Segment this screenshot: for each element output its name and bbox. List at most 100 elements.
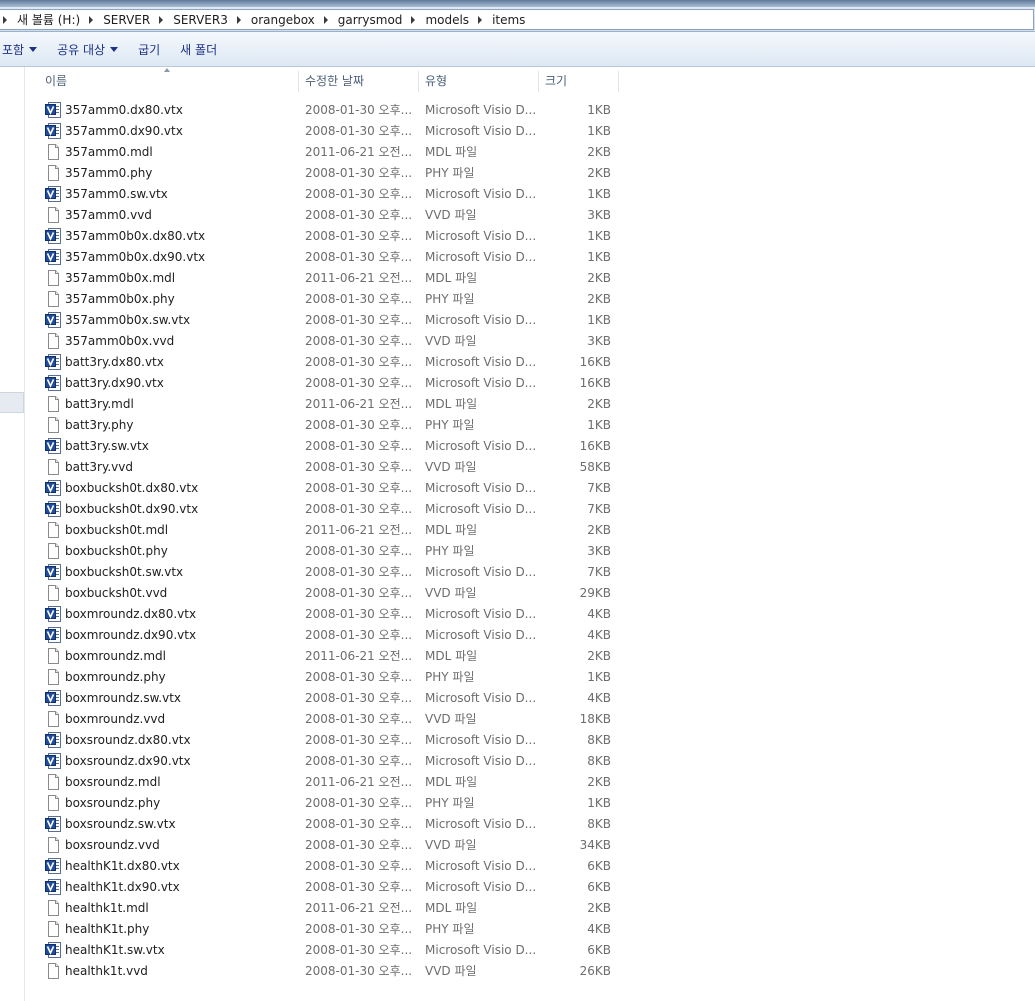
file-row[interactable]: boxmroundz.mdl 2011-06-21 오전... MDL 파일 2KB xyxy=(25,646,1035,667)
file-row[interactable]: 357amm0b0x.vvd 2008-01-30 오후... VVD 파일 3KB xyxy=(25,331,1035,352)
share-with-button[interactable]: 공유 대상 xyxy=(47,38,128,60)
file-row[interactable]: boxmroundz.phy 2008-01-30 오후... PHY 파일 1KB xyxy=(25,667,1035,688)
file-row[interactable]: batt3ry.vvd 2008-01-30 오후... VVD 파일 58KB xyxy=(25,457,1035,478)
file-row[interactable]: 357amm0.phy 2008-01-30 오후... PHY 파일 2KB xyxy=(25,163,1035,184)
file-row[interactable]: healthK1t.sw.vtx 2008-01-30 오후... Microsof… xyxy=(25,940,1035,961)
file-type: VVD 파일 xyxy=(425,964,477,978)
breadcrumb-garrysmod[interactable]: garrysmod xyxy=(334,13,407,27)
file-row[interactable]: healthK1t.dx90.vtx 2008-01-30 오후... Micros… xyxy=(25,877,1035,898)
file-row[interactable]: 357amm0b0x.mdl 2011-06-21 오전... MDL 파일 2KB xyxy=(25,268,1035,289)
visio-file-icon xyxy=(45,606,61,622)
file-date: 2008-01-30 오후... xyxy=(305,691,413,705)
file-row[interactable]: batt3ry.mdl 2011-06-21 오전... MDL 파일 2KB xyxy=(25,394,1035,415)
visio-file-icon xyxy=(45,102,61,118)
column-header-date[interactable]: 수정한 날짜 xyxy=(299,67,419,96)
breadcrumb-server3[interactable]: SERVER3 xyxy=(169,13,232,27)
file-row[interactable]: 357amm0b0x.dx90.vtx 2008-01-30 오후... Micro… xyxy=(25,247,1035,268)
file-row[interactable]: 357amm0.dx80.vtx 2008-01-30 오후... Microsof… xyxy=(25,100,1035,121)
file-size: 26KB xyxy=(579,964,611,978)
file-row[interactable]: healthK1t.dx80.vtx 2008-01-30 오후... Micros… xyxy=(25,856,1035,877)
breadcrumb-arrow-icon[interactable] xyxy=(159,15,164,24)
file-row[interactable]: 357amm0.vvd 2008-01-30 오후... VVD 파일 3KB xyxy=(25,205,1035,226)
breadcrumb-arrow-icon[interactable] xyxy=(478,15,483,24)
file-row[interactable]: healthK1t.phy 2008-01-30 오후... PHY 파일 4KB xyxy=(25,919,1035,940)
address-bar[interactable]: 새 볼륨 (H:) SERVER SERVER3 orangebox garry… xyxy=(0,9,1034,30)
breadcrumb-volume[interactable]: 새 볼륨 (H:) xyxy=(13,11,84,28)
breadcrumb-arrow-icon[interactable] xyxy=(3,15,7,24)
file-type: PHY 파일 xyxy=(425,418,475,432)
file-row[interactable]: boxbucksh0t.phy 2008-01-30 오후... PHY 파일 3KB xyxy=(25,541,1035,562)
file-row[interactable]: 357amm0b0x.phy 2008-01-30 오후... PHY 파일 2KB xyxy=(25,289,1035,310)
blank-file-icon xyxy=(45,900,61,916)
file-type: Microsoft Visio D... xyxy=(425,859,537,873)
navigation-selected-item[interactable] xyxy=(0,392,24,413)
file-row[interactable]: boxsroundz.mdl 2011-06-21 오전... MDL 파일 2KB xyxy=(25,772,1035,793)
file-type: MDL 파일 xyxy=(425,649,478,663)
breadcrumb-models[interactable]: models xyxy=(421,13,473,27)
file-row[interactable]: batt3ry.sw.vtx 2008-01-30 오후... Microsoft … xyxy=(25,436,1035,457)
file-row[interactable]: boxsroundz.phy 2008-01-30 오후... PHY 파일 1KB xyxy=(25,793,1035,814)
file-row[interactable]: 357amm0b0x.dx80.vtx 2008-01-30 오후... Micro… xyxy=(25,226,1035,247)
column-header-size[interactable]: 크기 xyxy=(539,67,619,96)
file-row[interactable]: 357amm0.mdl 2011-06-21 오전... MDL 파일 2KB xyxy=(25,142,1035,163)
file-size: 1KB xyxy=(587,124,611,138)
file-row[interactable]: 357amm0b0x.sw.vtx 2008-01-30 오후... Microso… xyxy=(25,310,1035,331)
file-type: Microsoft Visio D... xyxy=(425,229,537,243)
file-type: MDL 파일 xyxy=(425,145,478,159)
file-list[interactable]: 357amm0.dx80.vtx 2008-01-30 오후... Microsof… xyxy=(25,100,1035,982)
file-row[interactable]: 357amm0.dx90.vtx 2008-01-30 오후... Microsof… xyxy=(25,121,1035,142)
file-date: 2008-01-30 오후... xyxy=(305,712,413,726)
file-row[interactable]: batt3ry.phy 2008-01-30 오후... PHY 파일 1KB xyxy=(25,415,1035,436)
file-row[interactable]: boxmroundz.dx90.vtx 2008-01-30 오후... Micro… xyxy=(25,625,1035,646)
file-type: Microsoft Visio D... xyxy=(425,376,537,390)
file-row[interactable]: boxbucksh0t.mdl 2011-06-21 오전... MDL 파일 2KB xyxy=(25,520,1035,541)
breadcrumb-arrow-icon[interactable] xyxy=(89,15,94,24)
file-name: 357amm0.dx80.vtx xyxy=(65,103,183,117)
file-row[interactable]: boxmroundz.vvd 2008-01-30 오후... VVD 파일 18KB xyxy=(25,709,1035,730)
breadcrumb-arrow-icon[interactable] xyxy=(323,15,328,24)
file-row[interactable]: boxsroundz.dx90.vtx 2008-01-30 오후... Micro… xyxy=(25,751,1035,772)
file-row[interactable]: boxsroundz.dx80.vtx 2008-01-30 오후... Micro… xyxy=(25,730,1035,751)
file-name: 357amm0b0x.phy xyxy=(65,292,175,306)
visio-file-icon xyxy=(45,123,61,139)
file-size: 18KB xyxy=(579,712,611,726)
breadcrumb-orangebox[interactable]: orangebox xyxy=(247,13,319,27)
column-separator[interactable] xyxy=(618,71,619,92)
file-date: 2008-01-30 오후... xyxy=(305,250,413,264)
new-folder-button[interactable]: 새 폴더 xyxy=(170,38,227,60)
breadcrumb-arrow-icon[interactable] xyxy=(236,15,241,24)
breadcrumb-arrow-icon[interactable] xyxy=(411,15,416,24)
breadcrumb-server[interactable]: SERVER xyxy=(99,13,154,27)
file-date: 2008-01-30 오후... xyxy=(305,124,413,138)
file-size: 2KB xyxy=(587,775,611,789)
file-name: batt3ry.sw.vtx xyxy=(65,439,149,453)
blank-file-icon xyxy=(45,459,61,475)
column-header-type[interactable]: 유형 xyxy=(419,67,539,96)
include-in-library-button[interactable]: 포함 xyxy=(0,38,47,60)
file-row[interactable]: boxbucksh0t.vvd 2008-01-30 오후... VVD 파일 29K… xyxy=(25,583,1035,604)
navigation-pane[interactable] xyxy=(0,67,25,1001)
file-date: 2008-01-30 오후... xyxy=(305,922,413,936)
file-row[interactable]: boxmroundz.sw.vtx 2008-01-30 오후... Microso… xyxy=(25,688,1035,709)
file-row[interactable]: boxmroundz.dx80.vtx 2008-01-30 오후... Micro… xyxy=(25,604,1035,625)
breadcrumb-items[interactable]: items xyxy=(488,13,529,27)
file-date: 2008-01-30 오후... xyxy=(305,565,413,579)
file-date: 2008-01-30 오후... xyxy=(305,670,413,684)
visio-file-icon xyxy=(45,690,61,706)
file-date: 2008-01-30 오후... xyxy=(305,502,413,516)
file-row[interactable]: boxsroundz.sw.vtx 2008-01-30 오후... Microso… xyxy=(25,814,1035,835)
file-row[interactable]: 357amm0.sw.vtx 2008-01-30 오후... Microsoft … xyxy=(25,184,1035,205)
file-row[interactable]: boxbucksh0t.dx80.vtx 2008-01-30 오후... Micr… xyxy=(25,478,1035,499)
file-row[interactable]: boxsroundz.vvd 2008-01-30 오후... VVD 파일 34KB xyxy=(25,835,1035,856)
file-name: 357amm0b0x.dx90.vtx xyxy=(65,250,206,264)
file-row[interactable]: healthk1t.vvd 2008-01-30 오후... VVD 파일 26KB xyxy=(25,961,1035,982)
file-name: 357amm0b0x.sw.vtx xyxy=(65,313,191,327)
blank-file-icon xyxy=(45,207,61,223)
file-row[interactable]: boxbucksh0t.sw.vtx 2008-01-30 오후... Micros… xyxy=(25,562,1035,583)
file-row[interactable]: boxbucksh0t.dx90.vtx 2008-01-30 오후... Micr… xyxy=(25,499,1035,520)
file-row[interactable]: healthk1t.mdl 2011-06-21 오전... MDL 파일 2KB xyxy=(25,898,1035,919)
burn-button[interactable]: 굽기 xyxy=(128,38,170,60)
file-date: 2008-01-30 오후... xyxy=(305,628,413,642)
file-row[interactable]: batt3ry.dx90.vtx 2008-01-30 오후... Microsof… xyxy=(25,373,1035,394)
file-row[interactable]: batt3ry.dx80.vtx 2008-01-30 오후... Microsof… xyxy=(25,352,1035,373)
